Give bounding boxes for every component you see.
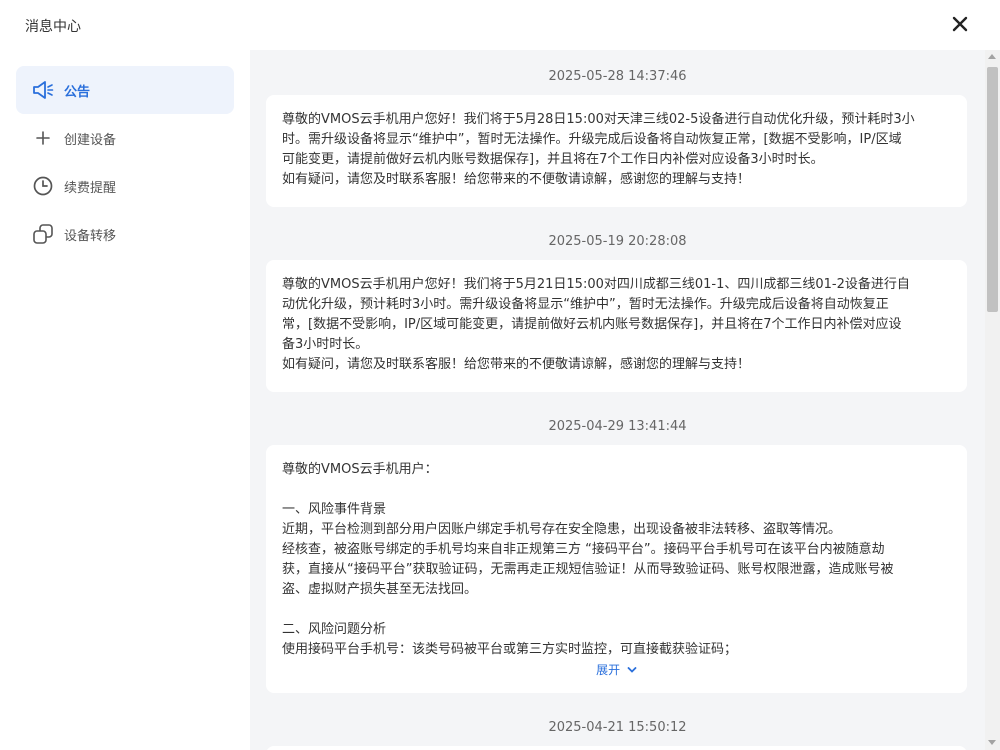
sidebar-item-announcement[interactable]: 公告: [16, 66, 234, 114]
message-body: 尊敬的VMOS云手机用户您好！我们将于5月28日15:00对天津三线02-5设备…: [282, 112, 915, 187]
sidebar-item-label: 设备转移: [64, 229, 117, 244]
sidebar-item-label: 创建设备: [64, 133, 117, 148]
message-card: 尊敬的VMOS云手机用户您好！我们将于5月28日15:00对天津三线02-5设备…: [266, 95, 967, 207]
sidebar-item-label: 续费提醒: [64, 181, 117, 196]
sidebar-item-renewal-reminder[interactable]: 续费提醒: [16, 162, 234, 210]
megaphone-icon: [33, 81, 54, 99]
message-card: [266, 746, 967, 750]
message-list[interactable]: 2025-05-28 14:37:46 尊敬的VMOS云手机用户您好！我们将于5…: [250, 50, 985, 750]
message-card: 尊敬的VMOS云手机用户您好！我们将于5月21日15:00对四川成都三线01-1…: [266, 260, 967, 392]
expand-button[interactable]: 展开: [266, 661, 967, 678]
message-timestamp: 2025-04-29 13:41:44: [548, 419, 687, 434]
close-icon[interactable]: [950, 14, 970, 34]
message-card: 尊敬的VMOS云手机用户： 一、风险事件背景 近期，平台检测到部分用户因账户绑定…: [266, 445, 967, 693]
plus-icon: [36, 131, 50, 145]
header: 消息中心: [0, 0, 1000, 50]
scroll-down-icon[interactable]: [988, 740, 996, 745]
message-body: 尊敬的VMOS云手机用户： 一、风险事件背景 近期，平台检测到部分用户因账户绑定…: [282, 462, 894, 657]
chevron-down-icon: [627, 667, 637, 673]
message-timestamp: 2025-04-21 15:50:12: [548, 720, 687, 735]
sidebar-item-create-device[interactable]: 创建设备: [16, 114, 234, 162]
message-timestamp: 2025-05-19 20:28:08: [548, 234, 687, 249]
page-title: 消息中心: [25, 19, 81, 35]
message-body: 尊敬的VMOS云手机用户您好！我们将于5月21日15:00对四川成都三线01-1…: [282, 277, 910, 372]
scrollbar-thumb[interactable]: [987, 67, 998, 312]
message-timestamp: 2025-05-28 14:37:46: [548, 69, 687, 84]
scrollbar[interactable]: [985, 50, 1000, 750]
scroll-up-icon[interactable]: [988, 54, 996, 59]
sidebar: 公告 创建设备 续费提醒 设备转移: [0, 50, 250, 750]
transfer-icon: [33, 224, 53, 244]
clock-icon: [33, 176, 53, 196]
sidebar-item-label: 公告: [64, 85, 91, 100]
sidebar-item-device-transfer[interactable]: 设备转移: [16, 210, 234, 258]
expand-label: 展开: [596, 663, 621, 677]
